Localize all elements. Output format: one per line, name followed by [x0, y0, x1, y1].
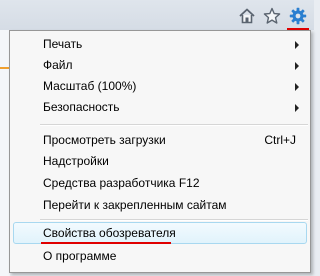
menu-item-label: Печать [43, 37, 83, 51]
tools-menu: Печать Файл Масштаб (100%) Безопасность … [9, 30, 311, 273]
menu-item-label: Файл [43, 58, 73, 72]
menu-item-internet-options[interactable]: Свойства обозревателя [10, 223, 310, 244]
menu-item-file[interactable]: Файл [10, 55, 310, 76]
menu-item-label: Просмотреть загрузки [43, 133, 166, 147]
menu-separator [40, 219, 308, 221]
menu-item-about[interactable]: О программе [10, 246, 310, 267]
submenu-arrow-icon [295, 41, 299, 49]
internet-options-annotation-underline [41, 242, 171, 244]
menu-item-label: О программе [43, 249, 117, 263]
menu-item-label: Надстройки [43, 154, 109, 168]
submenu-arrow-icon [295, 104, 299, 112]
menu-item-label: Свойства обозревателя [43, 226, 176, 240]
home-icon[interactable] [238, 7, 256, 25]
submenu-arrow-icon [295, 62, 299, 70]
star-icon[interactable] [263, 7, 281, 25]
menu-item-view-downloads[interactable]: Просмотреть загрузки Ctrl+J [10, 130, 310, 151]
menu-item-security[interactable]: Безопасность [10, 97, 310, 118]
submenu-arrow-icon [295, 83, 299, 91]
menu-item-developer-tools[interactable]: Средства разработчика F12 [10, 173, 310, 194]
menu-item-label: Масштаб (100%) [43, 79, 137, 93]
menu-separator [40, 124, 308, 126]
menu-item-shortcut: Ctrl+J [264, 133, 296, 147]
menu-item-zoom[interactable]: Масштаб (100%) [10, 76, 310, 97]
menu-item-label: Перейти к закрепленным сайтам [43, 198, 227, 212]
menu-item-pinned-sites[interactable]: Перейти к закрепленным сайтам [10, 195, 310, 216]
menu-item-add-ons[interactable]: Надстройки [10, 151, 310, 172]
menu-item-label: Безопасность [43, 100, 120, 114]
gear-icon[interactable] [289, 7, 307, 25]
menu-item-print[interactable]: Печать [10, 34, 310, 55]
menu-item-label: Средства разработчика F12 [43, 176, 200, 190]
browser-toolbar [0, 0, 314, 30]
